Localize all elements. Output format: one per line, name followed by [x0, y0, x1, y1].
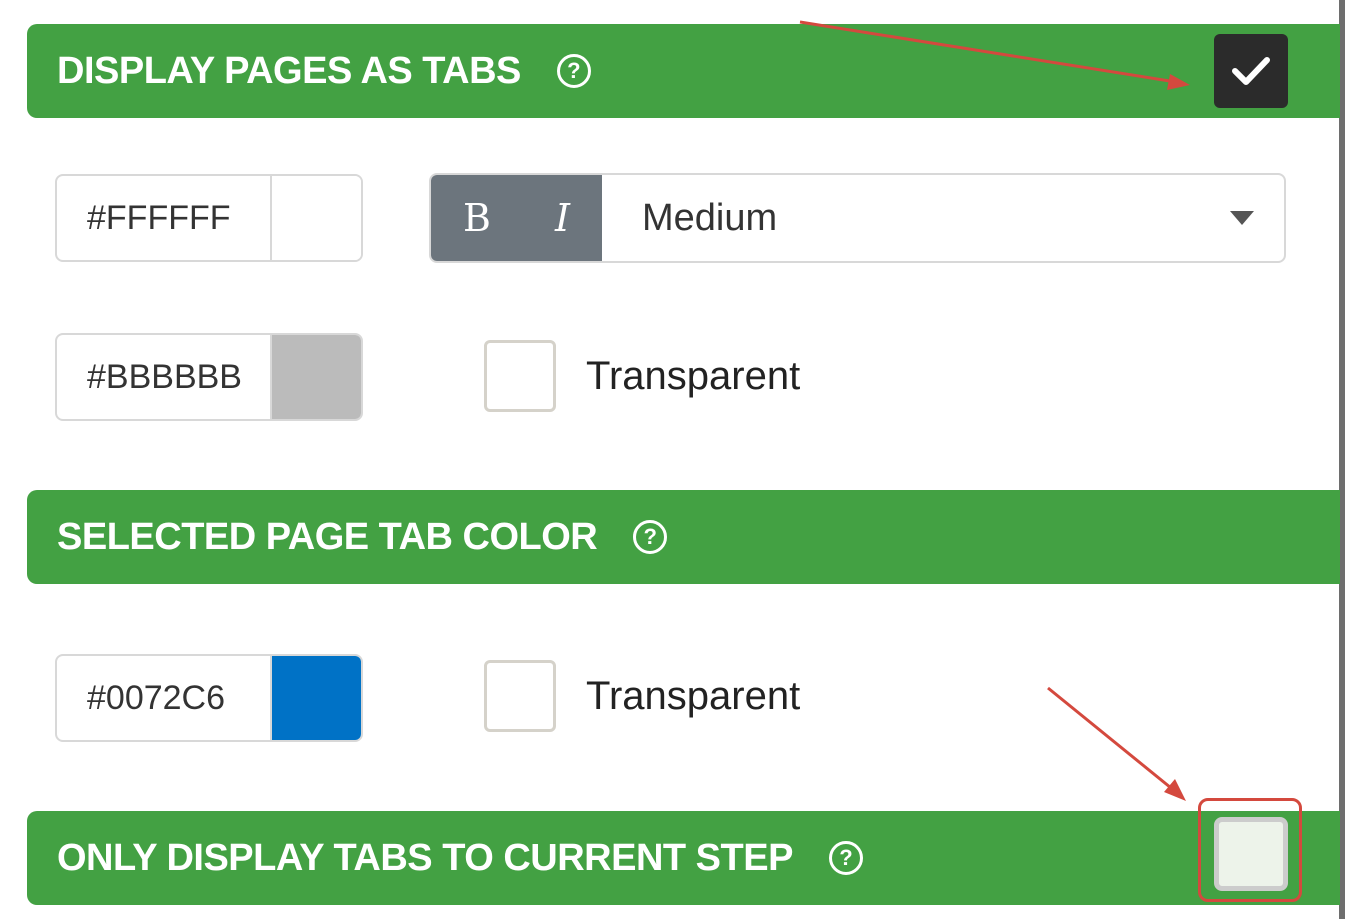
checkmark-icon: [1232, 57, 1270, 85]
transparent-checkbox[interactable]: [484, 660, 556, 732]
tab-background-color-swatch[interactable]: [272, 335, 361, 419]
transparent-label: Transparent: [586, 353, 801, 398]
annotation-highlight-box: [1198, 798, 1302, 902]
help-icon[interactable]: ?: [828, 841, 863, 875]
annotation-arrowhead-bottom: [1164, 779, 1186, 801]
font-size-select[interactable]: Medium: [602, 175, 1284, 261]
tab-text-color-swatch[interactable]: [272, 176, 361, 260]
tab-text-color-field[interactable]: #FFFFFF: [55, 174, 363, 262]
section-selected-page-tab-color: SELECTED PAGE TAB COLOR ?: [27, 490, 1340, 584]
tab-background-hex-input[interactable]: #BBBBBB: [57, 335, 272, 419]
selected-tab-transparent-option: Transparent: [484, 660, 800, 732]
panel-right-border: [1339, 0, 1345, 919]
bold-button[interactable]: B: [463, 196, 491, 240]
font-style-row: B I Medium: [429, 173, 1286, 263]
selected-tab-hex-input[interactable]: #0072C6: [57, 656, 272, 740]
display-tabs-checkbox[interactable]: [1214, 34, 1288, 108]
section-title: ONLY DISPLAY TABS TO CURRENT STEP: [57, 836, 793, 879]
chevron-down-icon: [1230, 211, 1254, 225]
annotation-arrows: [799, 20, 1190, 801]
tab-background-transparent-option: Transparent: [484, 340, 800, 412]
selected-tab-color-field[interactable]: #0072C6: [55, 654, 363, 742]
font-size-value: Medium: [642, 196, 778, 239]
transparent-label: Transparent: [586, 673, 801, 718]
section-display-pages-as-tabs: DISPLAY PAGES AS TABS ?: [27, 24, 1340, 118]
help-icon[interactable]: ?: [633, 520, 668, 554]
transparent-checkbox[interactable]: [484, 340, 556, 412]
italic-button[interactable]: I: [555, 196, 570, 240]
tab-text-hex-input[interactable]: #FFFFFF: [57, 176, 272, 260]
selected-tab-color-swatch[interactable]: [272, 656, 361, 740]
annotation-arrow-bottom: [1047, 686, 1177, 794]
font-style-buttons: B I: [431, 175, 602, 261]
help-icon[interactable]: ?: [556, 54, 591, 88]
tab-background-color-field[interactable]: #BBBBBB: [55, 333, 363, 421]
section-only-display-tabs-to-current-step: ONLY DISPLAY TABS TO CURRENT STEP ?: [27, 811, 1340, 905]
section-title: DISPLAY PAGES AS TABS: [57, 49, 521, 92]
section-title: SELECTED PAGE TAB COLOR: [57, 515, 598, 558]
